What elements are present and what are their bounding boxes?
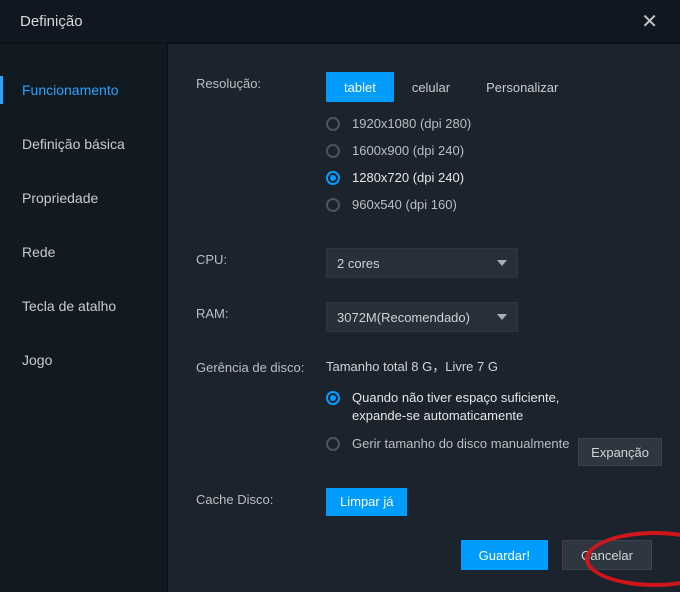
radio-icon <box>326 171 340 185</box>
window-title: Definição <box>20 13 83 30</box>
chevron-down-icon <box>497 260 507 266</box>
select-value: 2 cores <box>337 256 380 271</box>
chevron-down-icon <box>497 314 507 320</box>
sidebar-item-label: Propriedade <box>22 190 98 206</box>
close-icon[interactable]: ✕ <box>635 5 664 38</box>
sidebar-item-rede[interactable]: Rede <box>0 232 167 272</box>
resolution-option[interactable]: 1920x1080 (dpi 280) <box>326 116 662 131</box>
resolution-label: Resolução: <box>196 72 326 91</box>
cpu-select[interactable]: 2 cores <box>326 248 518 278</box>
clear-cache-button[interactable]: Limpar já <box>326 488 407 516</box>
cache-label: Cache Disco: <box>196 488 326 507</box>
resolution-options: 1920x1080 (dpi 280) 1600x900 (dpi 240) 1… <box>326 116 662 212</box>
disk-label: Gerência de disco: <box>196 356 326 375</box>
sidebar-item-tecla-atalho[interactable]: Tecla de atalho <box>0 286 167 326</box>
select-value: 3072M(Recomendado) <box>337 310 470 325</box>
sidebar-item-jogo[interactable]: Jogo <box>0 340 167 380</box>
radio-icon <box>326 437 340 451</box>
sidebar-item-label: Definição básica <box>22 136 125 152</box>
save-button[interactable]: Guardar! <box>461 540 548 570</box>
radio-icon <box>326 198 340 212</box>
sidebar-item-label: Jogo <box>22 352 52 368</box>
radio-icon <box>326 144 340 158</box>
segment-celular[interactable]: celular <box>394 72 468 102</box>
disk-info-text: Tamanho total 8 G，Livre 7 G <box>326 356 662 375</box>
resolution-option[interactable]: 1280x720 (dpi 240) <box>326 170 662 185</box>
footer-actions: Guardar! Cancelar <box>461 540 652 570</box>
sidebar-item-definicao-basica[interactable]: Definição básica <box>0 124 167 164</box>
ram-select[interactable]: 3072M(Recomendado) <box>326 302 518 332</box>
segment-tablet[interactable]: tablet <box>326 72 394 102</box>
expand-button[interactable]: Expanção <box>578 438 662 466</box>
sidebar-item-propriedade[interactable]: Propriedade <box>0 178 167 218</box>
sidebar-item-label: Rede <box>22 244 55 260</box>
resolution-mode-segments: tablet celular Personalizar <box>326 72 662 102</box>
resolution-option[interactable]: 960x540 (dpi 160) <box>326 197 662 212</box>
content-panel: Resolução: tablet celular Personalizar 1… <box>168 44 680 592</box>
resolution-option[interactable]: 1600x900 (dpi 240) <box>326 143 662 158</box>
titlebar: Definição ✕ <box>0 0 680 44</box>
sidebar-item-funcionamento[interactable]: Funcionamento <box>0 70 167 110</box>
sidebar-item-label: Tecla de atalho <box>22 298 116 314</box>
radio-icon <box>326 117 340 131</box>
ram-label: RAM: <box>196 302 326 321</box>
cancel-button[interactable]: Cancelar <box>562 540 652 570</box>
segment-personalizar[interactable]: Personalizar <box>468 72 576 102</box>
radio-icon <box>326 391 340 405</box>
disk-option-auto[interactable]: Quando não tiver espaço suficiente, expa… <box>326 389 662 425</box>
cpu-label: CPU: <box>196 248 326 267</box>
sidebar-item-label: Funcionamento <box>22 82 119 98</box>
sidebar: Funcionamento Definição básica Proprieda… <box>0 44 168 592</box>
